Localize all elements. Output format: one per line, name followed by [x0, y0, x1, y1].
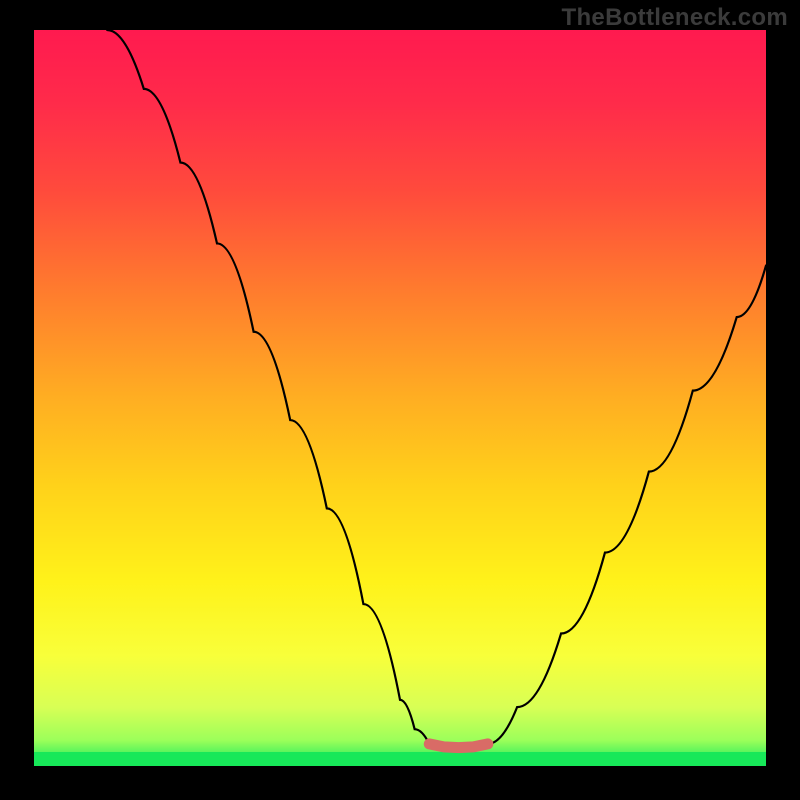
chart-frame: TheBottleneck.com	[0, 0, 800, 800]
optimal-segment	[429, 744, 488, 748]
plot-area	[34, 30, 766, 766]
watermark-text: TheBottleneck.com	[562, 4, 788, 32]
bottleneck-curve	[34, 30, 766, 766]
left-curve	[107, 30, 429, 744]
right-curve	[488, 266, 766, 744]
